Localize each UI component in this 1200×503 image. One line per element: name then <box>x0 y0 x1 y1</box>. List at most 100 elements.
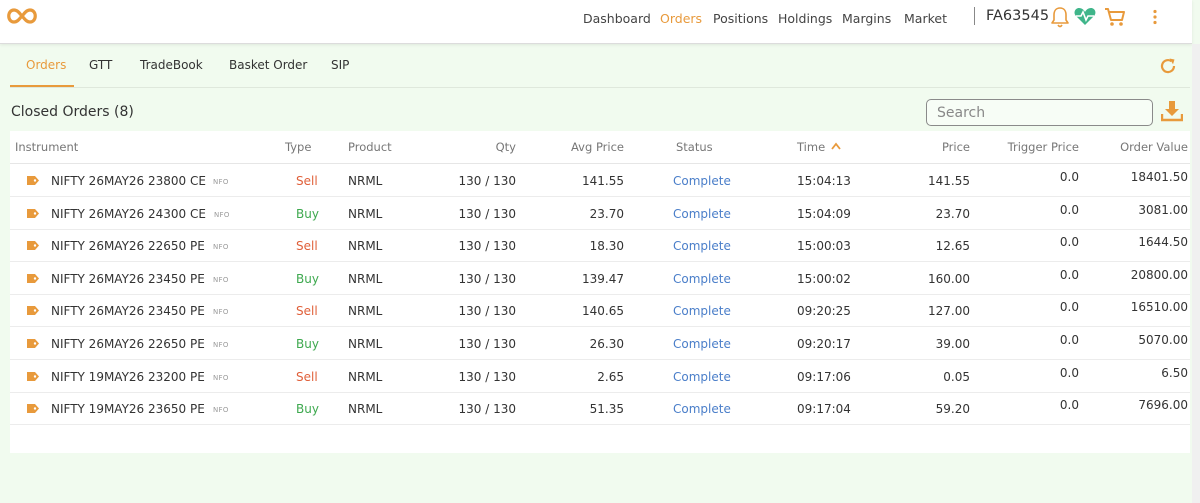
cell-avg-price: 140.65 <box>582 304 624 319</box>
cell-instrument[interactable]: NIFTY 26MAY26 22650 PE <box>51 337 205 351</box>
cell-product: NRML <box>348 402 383 417</box>
tag-icon <box>27 404 39 414</box>
tab-orders[interactable]: Orders <box>26 58 66 72</box>
tag-icon <box>27 176 39 185</box>
cell-product: NRML <box>348 239 383 254</box>
cell-type: Buy <box>296 206 319 221</box>
cell-order-value: 1644.50 <box>1138 235 1188 250</box>
table-row[interactable]: NIFTY 26MAY26 23450 PE NFO Sell NRML 130 / 1… <box>10 294 1190 328</box>
cell-instrument[interactable]: NIFTY 26MAY26 23450 PE <box>51 304 205 318</box>
cell-status[interactable]: Complete <box>673 304 731 318</box>
cell-status[interactable]: Complete <box>673 272 731 286</box>
tab-tradebook[interactable]: TradeBook <box>140 58 203 72</box>
cell-time: 15:00:02 <box>797 271 851 286</box>
download-icon[interactable] <box>1161 100 1183 122</box>
cell-product: NRML <box>348 369 383 384</box>
table-row[interactable]: NIFTY 26MAY26 22650 PE NFO Sell NRML 130 / 1… <box>10 229 1190 263</box>
nav-dashboard[interactable]: Dashboard <box>583 11 651 26</box>
cell-qty: 130 / 130 <box>458 304 516 319</box>
tag-icon <box>27 273 39 283</box>
cell-trigger-price: 0.0 <box>1059 202 1079 217</box>
col-qty[interactable]: Qty <box>496 140 516 154</box>
cell-type: Sell <box>296 304 318 319</box>
col-avg-price[interactable]: Avg Price <box>571 140 624 154</box>
col-order-value[interactable]: Order Value <box>1120 140 1188 154</box>
nav-market[interactable]: Market <box>904 11 947 26</box>
cell-instrument[interactable]: NIFTY 19MAY26 23200 PE <box>51 370 205 384</box>
cell-instrument[interactable]: NIFTY 26MAY26 24300 CE <box>51 207 206 221</box>
bell-icon[interactable] <box>1049 5 1071 29</box>
cell-instrument[interactable]: NIFTY 26MAY26 22650 PE <box>51 239 205 253</box>
col-status[interactable]: Status <box>676 140 713 154</box>
cell-order-value: 5070.00 <box>1138 333 1188 347</box>
cart-icon[interactable] <box>1104 7 1126 27</box>
nav-orders[interactable]: Orders <box>660 11 702 26</box>
cell-price: 160.00 <box>928 271 970 286</box>
cell-status[interactable]: Complete <box>673 207 731 221</box>
table-row[interactable]: NIFTY 26MAY26 24300 CE NFO Buy NRML 130 / 13… <box>10 197 1190 230</box>
cell-trigger-price: 0.0 <box>1059 398 1079 413</box>
tag-icon <box>27 241 39 251</box>
cell-qty: 130 / 130 <box>458 271 516 286</box>
page-scrollbar[interactable] <box>1192 44 1200 503</box>
col-instrument[interactable]: Instrument <box>15 140 78 154</box>
cell-status[interactable]: Complete <box>673 370 731 384</box>
cell-avg-price: 26.30 <box>589 337 624 351</box>
tab-sip[interactable]: SIP <box>331 58 349 72</box>
cell-exchange: NFO <box>213 341 229 349</box>
nav-holdings[interactable]: Holdings <box>778 11 832 26</box>
cell-type: Sell <box>296 239 318 254</box>
cell-trigger-price: 0.0 <box>1059 365 1079 380</box>
col-type[interactable]: Type <box>285 140 311 154</box>
tag-icon <box>27 371 39 381</box>
cell-time: 15:04:09 <box>797 206 851 221</box>
cell-avg-price: 51.35 <box>589 402 624 417</box>
heartbeat-icon[interactable] <box>1073 7 1097 27</box>
cell-qty: 130 / 130 <box>458 369 516 384</box>
cell-instrument[interactable]: NIFTY 26MAY26 23800 CE <box>51 174 206 188</box>
table-row[interactable]: NIFTY 19MAY26 23650 PE NFO Buy NRML 130 / 13… <box>10 392 1190 426</box>
cell-type: Buy <box>296 337 319 351</box>
cell-price: 0.05 <box>943 369 970 384</box>
cell-status[interactable]: Complete <box>673 402 731 416</box>
cell-instrument[interactable]: NIFTY 19MAY26 23650 PE <box>51 402 205 416</box>
col-price[interactable]: Price <box>942 140 970 154</box>
col-time[interactable]: Time <box>797 140 825 154</box>
cell-price: 39.00 <box>935 337 970 351</box>
cell-product: NRML <box>348 174 383 188</box>
cell-status[interactable]: Complete <box>673 174 731 188</box>
cell-status[interactable]: Complete <box>673 239 731 253</box>
infinity-logo-icon[interactable] <box>4 5 40 27</box>
cell-instrument[interactable]: NIFTY 26MAY26 23450 PE <box>51 272 205 286</box>
cell-price: 23.70 <box>935 206 970 221</box>
kebab-menu-icon[interactable] <box>1152 9 1158 25</box>
col-product[interactable]: Product <box>348 140 392 154</box>
nav-positions[interactable]: Positions <box>713 11 768 26</box>
closed-orders-table: Instrument Type Product Qty Avg Price St… <box>10 131 1190 453</box>
cell-avg-price: 2.65 <box>597 369 624 384</box>
refresh-icon[interactable] <box>1158 56 1178 76</box>
user-id[interactable]: FA63545 <box>986 8 1049 24</box>
cell-trigger-price: 0.0 <box>1059 235 1079 250</box>
table-row[interactable]: NIFTY 26MAY26 23800 CE NFO Sell NRML 130 / 1… <box>10 164 1190 197</box>
nav-margins[interactable]: Margins <box>842 11 891 26</box>
table-row[interactable]: NIFTY 26MAY26 22650 PE NFO Buy NRML 130 / 13… <box>10 327 1190 360</box>
cell-qty: 130 / 130 <box>458 402 516 417</box>
col-trigger-price[interactable]: Trigger Price <box>1008 140 1079 154</box>
cell-status[interactable]: Complete <box>673 337 731 351</box>
table-row[interactable]: NIFTY 19MAY26 23200 PE NFO Sell NRML 130 / 1… <box>10 360 1190 393</box>
cell-type: Sell <box>296 369 318 384</box>
cell-type: Sell <box>296 174 318 188</box>
cell-product: NRML <box>348 337 383 351</box>
sort-ascending-icon[interactable] <box>830 141 842 151</box>
cell-time: 09:20:17 <box>797 337 851 351</box>
table-row[interactable]: NIFTY 26MAY26 23450 PE NFO Buy NRML 130 / 13… <box>10 262 1190 295</box>
cell-qty: 130 / 130 <box>458 206 516 221</box>
cell-price: 141.55 <box>928 174 970 188</box>
tag-icon <box>27 208 39 218</box>
tab-gtt[interactable]: GTT <box>89 58 112 72</box>
tab-basket-order[interactable]: Basket Order <box>229 58 307 72</box>
orders-subtabs: Orders GTT TradeBook Basket Order SIP <box>10 44 1190 88</box>
cell-qty: 130 / 130 <box>458 239 516 254</box>
search-input[interactable] <box>926 99 1153 126</box>
